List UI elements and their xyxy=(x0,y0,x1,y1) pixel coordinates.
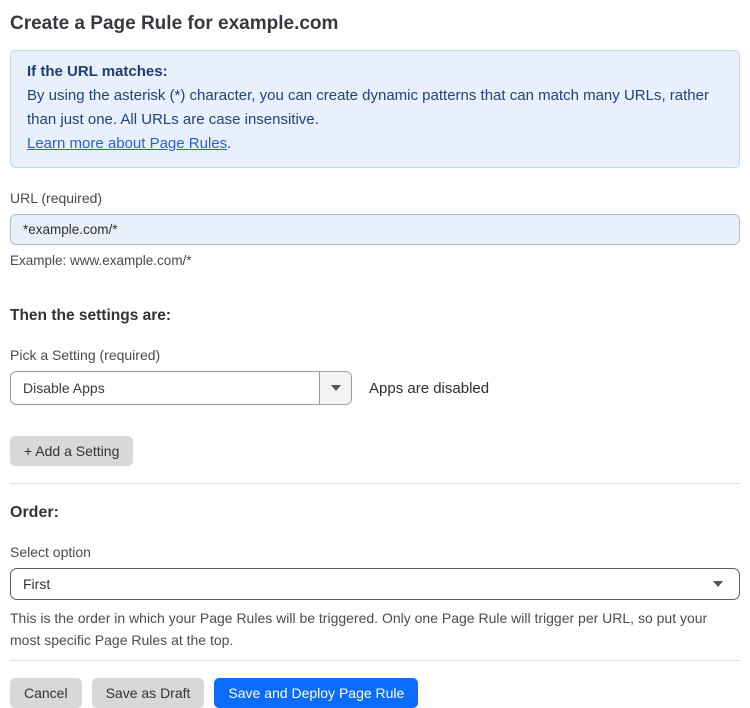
setting-picker-label: Pick a Setting (required) xyxy=(10,347,161,363)
order-section-heading: Order: xyxy=(10,504,59,521)
order-select-label: Select option xyxy=(10,544,91,560)
url-input[interactable] xyxy=(10,214,740,245)
info-link-suffix: . xyxy=(227,135,232,152)
footer-actions: Cancel Save as Draft Save and Deploy Pag… xyxy=(10,678,740,708)
setting-status-text: Apps are disabled xyxy=(369,379,490,397)
divider xyxy=(10,660,740,661)
divider xyxy=(10,483,740,484)
setting-select-value: Disable Apps xyxy=(23,380,105,396)
settings-section-heading: Then the settings are: xyxy=(10,307,172,324)
info-box-heading: If the URL matches: xyxy=(27,63,168,80)
info-box: If the URL matches: By using the asteris… xyxy=(10,50,740,168)
setting-select[interactable]: Disable Apps xyxy=(10,371,352,405)
chevron-down-icon xyxy=(713,581,723,587)
page-title: Create a Page Rule for example.com xyxy=(10,13,339,34)
chevron-down-icon xyxy=(330,385,341,391)
url-label: URL (required) xyxy=(10,190,103,206)
save-deploy-button[interactable]: Save and Deploy Page Rule xyxy=(214,678,419,708)
order-select-value: First xyxy=(23,576,51,592)
info-box-link-line: Learn more about Page Rules. xyxy=(27,132,723,156)
setting-select-row: Disable Apps Apps are disabled xyxy=(10,371,740,405)
url-helper-text: Example: www.example.com/* xyxy=(10,253,192,268)
save-draft-button[interactable]: Save as Draft xyxy=(91,678,205,708)
info-box-body: By using the asterisk (*) character, you… xyxy=(27,87,709,128)
add-setting-button[interactable]: + Add a Setting xyxy=(10,436,134,466)
order-helper-text: This is the order in which your Page Rul… xyxy=(10,610,708,648)
order-select[interactable]: First xyxy=(10,568,740,600)
learn-more-link[interactable]: Learn more about Page Rules xyxy=(27,135,227,152)
cancel-button[interactable]: Cancel xyxy=(10,678,82,708)
setting-select-arrow-button[interactable] xyxy=(319,372,351,404)
